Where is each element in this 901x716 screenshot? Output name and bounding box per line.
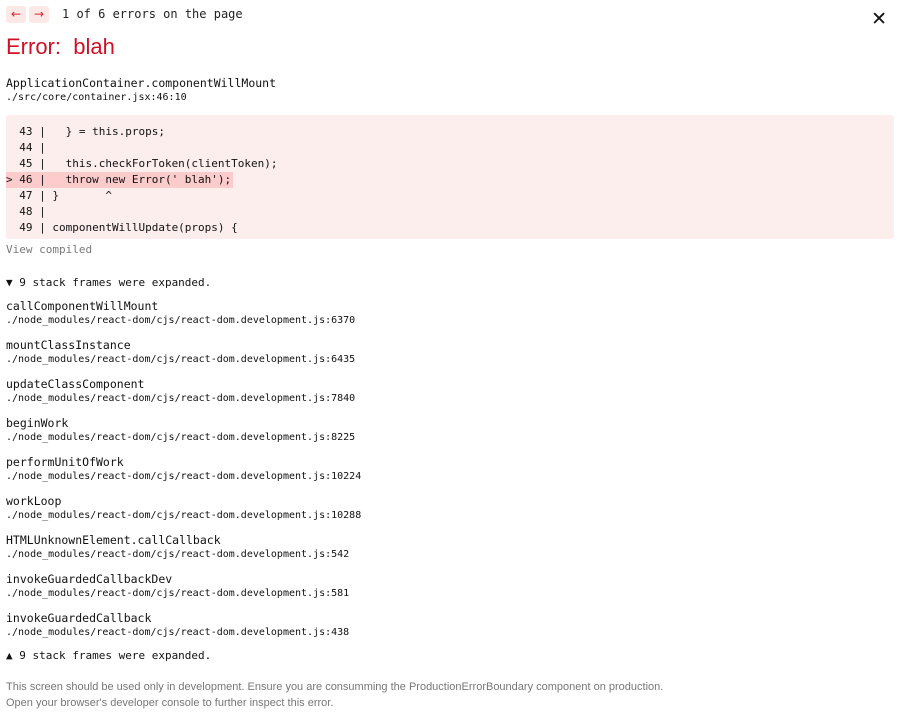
footer-line-1: This screen should be used only in devel… <box>6 681 664 693</box>
collapse-frames-toggle[interactable]: ▼ 9 stack frames were expanded. <box>6 276 211 290</box>
stack-frame[interactable]: invokeGuardedCallbackDev ./node_modules/r… <box>6 572 361 611</box>
stack-frame-function: invokeGuardedCallback <box>6 611 152 625</box>
stack-frame[interactable]: beginWork ./node_modules/react-dom/cjs/re… <box>6 416 361 455</box>
code-line-row: 48 | <box>6 200 894 218</box>
code-line: 49 | componentWillUpdate(props) { <box>6 221 238 234</box>
origin-frame[interactable]: ApplicationContainer.componentWillMount … <box>6 76 276 105</box>
arrow-right-icon[interactable]: → <box>29 5 49 23</box>
stack-frame-location: ./node_modules/react-dom/cjs/react-dom.d… <box>6 393 356 404</box>
stack-frame-function: beginWork <box>6 416 69 430</box>
view-compiled-link[interactable]: View compiled <box>6 243 92 257</box>
stack-frame-location: ./node_modules/react-dom/cjs/react-dom.d… <box>6 315 356 326</box>
error-navigation: ← → 1 of 6 errors on the page <box>6 5 243 23</box>
stack-frame-location: ./node_modules/react-dom/cjs/react-dom.d… <box>6 549 350 560</box>
close-icon[interactable]: ✕ <box>871 9 887 29</box>
stack-frame-function: workLoop <box>6 494 62 508</box>
stack-frame[interactable]: invokeGuardedCallback ./node_modules/reac… <box>6 611 361 650</box>
stack-frame[interactable]: callComponentWillMount ./node_modules/rea… <box>6 299 361 338</box>
error-count-status: 1 of 6 errors on the page <box>62 6 243 21</box>
stack-frame-location: ./node_modules/react-dom/cjs/react-dom.d… <box>6 510 362 521</box>
code-line-row: > 46 | throw new Error(' blah'); <box>6 168 894 188</box>
stack-frame[interactable]: HTMLUnknownElement.callCallback ./node_mo… <box>6 533 361 572</box>
stack-frame-location: ./node_modules/react-dom/cjs/react-dom.d… <box>6 354 356 365</box>
stack-frame[interactable]: mountClassInstance ./node_modules/react-d… <box>6 338 361 377</box>
stack-frames-list: callComponentWillMount ./node_modules/rea… <box>6 299 361 650</box>
code-snippet: 43 | } = this.props; 44 | 45 | this.chec… <box>6 115 894 239</box>
stack-frame-location: ./node_modules/react-dom/cjs/react-dom.d… <box>6 471 362 482</box>
stack-frame[interactable]: updateClassComponent ./node_modules/react… <box>6 377 361 416</box>
footer-note: This screen should be used only in devel… <box>6 679 663 711</box>
stack-frame-location: ./node_modules/react-dom/cjs/react-dom.d… <box>6 588 350 599</box>
origin-function: ApplicationContainer.componentWillMount <box>6 76 277 90</box>
stack-frame-function: updateClassComponent <box>6 377 145 391</box>
stack-frame-function: performUnitOfWork <box>6 455 124 469</box>
collapse-frames-toggle-bottom[interactable]: ▲ 9 stack frames were expanded. <box>6 649 211 663</box>
footer-line-2: Open your browser's developer console to… <box>6 697 334 709</box>
stack-frame[interactable]: workLoop ./node_modules/react-dom/cjs/rea… <box>6 494 361 533</box>
code-line-row: 43 | } = this.props; <box>6 120 894 138</box>
stack-frame-function: mountClassInstance <box>6 338 131 352</box>
error-title: Error: blah <box>6 34 115 59</box>
stack-frame-location: ./node_modules/react-dom/cjs/react-dom.d… <box>6 627 350 638</box>
stack-frame-function: callComponentWillMount <box>6 299 159 313</box>
origin-location: ./src/core/container.jsx:46:10 <box>6 92 187 103</box>
stack-frame-function: HTMLUnknownElement.callCallback <box>6 533 221 547</box>
code-line-row: 49 | componentWillUpdate(props) { <box>6 216 894 234</box>
stack-frame-location: ./node_modules/react-dom/cjs/react-dom.d… <box>6 432 356 443</box>
code-line-row: 44 | <box>6 136 894 154</box>
stack-frame-function: invokeGuardedCallbackDev <box>6 572 173 586</box>
code-line-row: 45 | this.checkForToken(clientToken); <box>6 152 894 170</box>
stack-frame[interactable]: performUnitOfWork ./node_modules/react-do… <box>6 455 361 494</box>
arrow-left-icon[interactable]: ← <box>6 5 26 23</box>
